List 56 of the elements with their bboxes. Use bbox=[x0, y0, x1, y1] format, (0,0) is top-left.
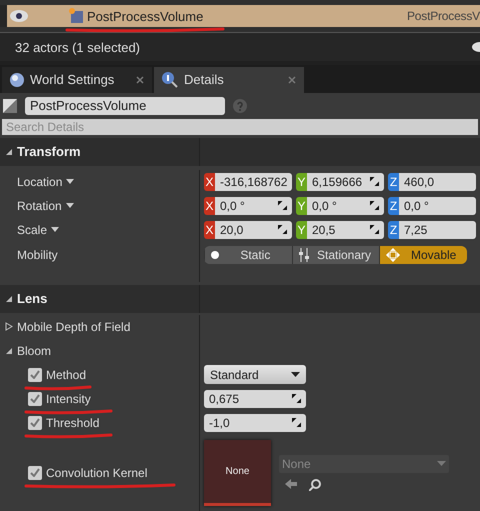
close-icon[interactable] bbox=[288, 76, 296, 84]
caret-icon bbox=[437, 461, 446, 466]
property-label: Convolution Kernel bbox=[46, 466, 148, 480]
method-dropdown[interactable]: Standard bbox=[204, 365, 306, 384]
property-label: Mobility bbox=[17, 248, 58, 262]
actor-icon bbox=[3, 98, 17, 113]
caret-icon bbox=[66, 203, 74, 208]
section-title[interactable]: Transform bbox=[17, 144, 81, 160]
spin-arrows-icon[interactable] bbox=[370, 201, 379, 210]
spin-arrows-icon[interactable] bbox=[370, 225, 379, 234]
property-label: Method bbox=[46, 368, 86, 382]
caret-icon bbox=[51, 227, 60, 232]
property-label[interactable]: Scale bbox=[17, 222, 48, 237]
panel-tab[interactable]: World Settings bbox=[2, 66, 152, 93]
property-label: Threshold bbox=[46, 416, 100, 430]
actor-count: 32 actors (1 selected) bbox=[15, 40, 140, 55]
caret-icon bbox=[291, 372, 300, 378]
group-label[interactable]: Mobile Depth of Field bbox=[17, 320, 130, 334]
number-field[interactable]: -1,0 bbox=[204, 414, 306, 432]
actor-name: PostProcessVolume bbox=[87, 8, 204, 24]
texture-thumbnail[interactable]: None bbox=[204, 440, 271, 506]
property-label[interactable]: Location bbox=[17, 174, 62, 189]
section-title[interactable]: Lens bbox=[17, 291, 48, 306]
number-field[interactable]: 0,675 bbox=[204, 390, 306, 408]
mobility-option[interactable]: Stationary bbox=[292, 246, 380, 264]
arrow-left-icon[interactable] bbox=[285, 478, 297, 489]
spin-arrows-icon[interactable] bbox=[292, 418, 301, 428]
name-field[interactable]: PostProcessVolume bbox=[25, 96, 225, 115]
expanded-arrow-icon[interactable] bbox=[5, 148, 13, 156]
actor-type: PostProcessV bbox=[407, 9, 480, 23]
close-icon[interactable] bbox=[136, 76, 144, 84]
move-arrows-icon bbox=[386, 248, 400, 262]
panel-tab[interactable]: Details bbox=[154, 66, 304, 93]
checkbox[interactable] bbox=[28, 368, 42, 382]
expanded-arrow-icon[interactable] bbox=[5, 294, 13, 303]
spin-arrows-icon[interactable] bbox=[278, 225, 287, 234]
collapsed-arrow-icon[interactable] bbox=[5, 322, 13, 332]
search-icon[interactable] bbox=[309, 478, 321, 491]
info-magnifier-icon bbox=[162, 72, 178, 88]
spin-arrows-icon[interactable] bbox=[370, 177, 379, 186]
expanded-arrow-icon[interactable] bbox=[5, 346, 13, 355]
search-field[interactable]: Search Details bbox=[2, 118, 478, 135]
checkbox[interactable] bbox=[28, 416, 42, 430]
spin-arrows-icon[interactable] bbox=[278, 201, 287, 210]
sliders-icon bbox=[298, 248, 309, 262]
dot-icon bbox=[211, 250, 219, 259]
checkbox[interactable] bbox=[28, 466, 42, 480]
property-label[interactable]: Rotation bbox=[17, 198, 62, 213]
property-label: Intensity bbox=[46, 392, 91, 406]
spin-arrows-icon[interactable] bbox=[292, 394, 301, 404]
caret-icon bbox=[66, 179, 74, 184]
mobility-option[interactable]: Movable bbox=[379, 246, 467, 264]
group-label[interactable]: Bloom bbox=[17, 344, 52, 358]
cube-icon bbox=[69, 8, 85, 24]
checkbox[interactable] bbox=[28, 392, 42, 406]
globe-icon bbox=[10, 72, 24, 87]
